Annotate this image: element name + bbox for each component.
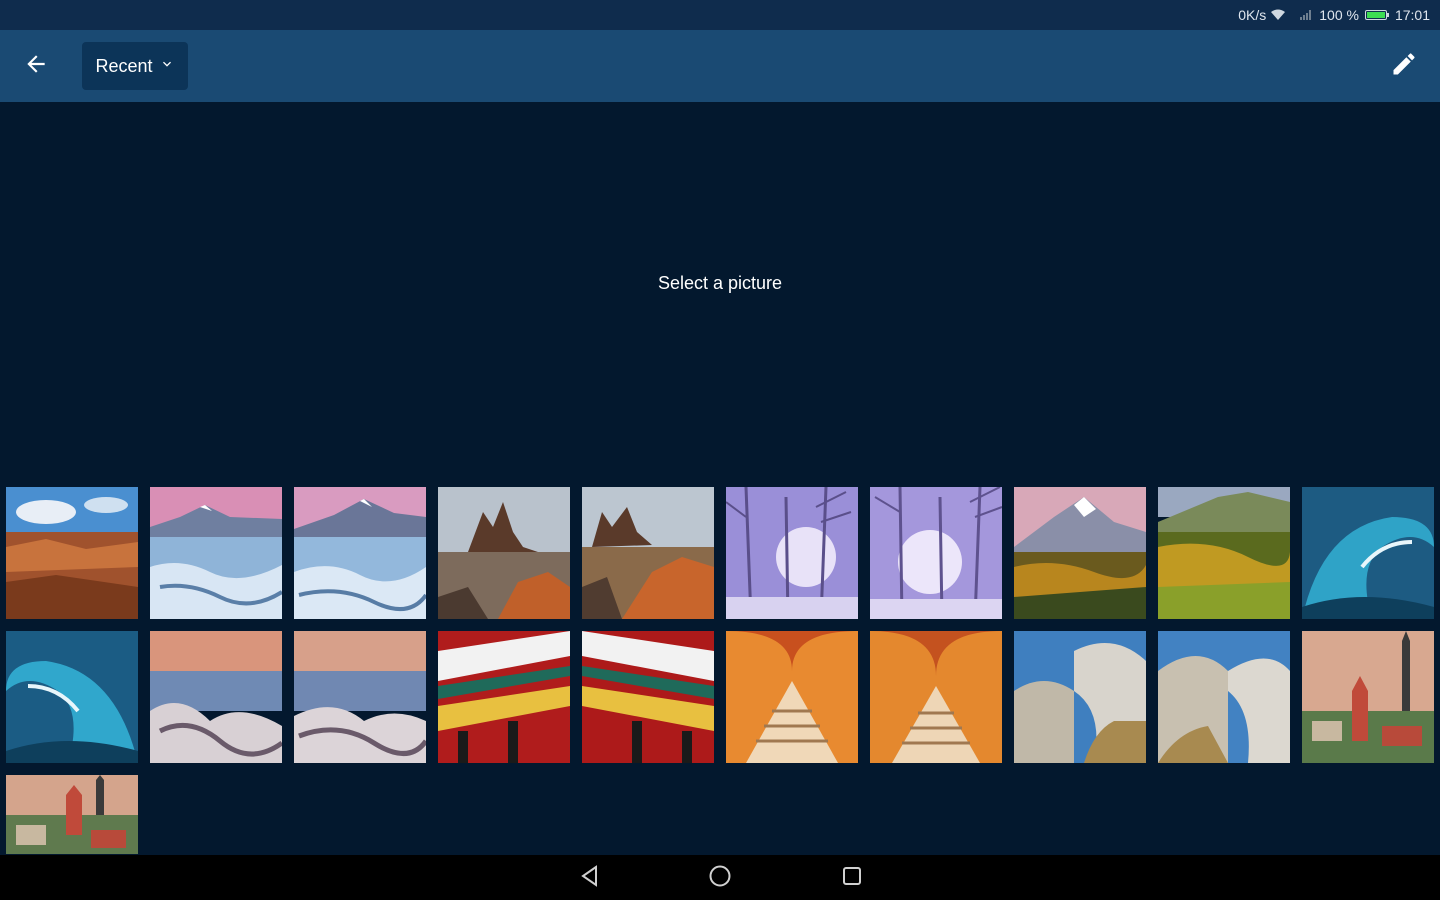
arrow-left-icon [23, 51, 49, 82]
gallery-thumbnail[interactable] [438, 487, 570, 619]
gallery-thumbnail[interactable] [1302, 631, 1434, 763]
frozen-lake-mountain-image [294, 487, 426, 619]
gallery-thumbnail[interactable] [6, 487, 138, 619]
gallery-thumbnail[interactable] [1014, 631, 1146, 763]
gallery-thumbnail[interactable] [6, 775, 138, 854]
gallery-thumbnail[interactable] [582, 631, 714, 763]
signal-icon [1300, 10, 1312, 20]
network-speed: 0K/s [1238, 7, 1267, 23]
autumn-mountain-image [1158, 487, 1290, 619]
toolbar: Recent [0, 30, 1440, 102]
nav-home-button[interactable] [705, 863, 735, 893]
gallery-thumbnail[interactable] [726, 487, 858, 619]
gallery-thumbnail[interactable] [726, 631, 858, 763]
status-bar: 0K/s 100 % 17:01 [0, 0, 1440, 30]
metallic-building-image [1158, 631, 1290, 763]
edit-button[interactable] [1382, 44, 1426, 88]
pencil-icon [1390, 50, 1418, 83]
gallery-thumbnail[interactable] [1158, 487, 1290, 619]
select-picture-message: Select a picture [657, 272, 783, 293]
ocean-wave-image [1302, 487, 1434, 619]
navigation-bar [0, 855, 1440, 900]
gallery-thumbnail[interactable] [150, 487, 282, 619]
gallery-thumbnail[interactable] [6, 631, 138, 763]
gallery-thumbnail[interactable] [438, 631, 570, 763]
battery-icon [1364, 10, 1389, 20]
wifi-icon [1270, 9, 1286, 21]
nav-recents-button[interactable] [837, 863, 867, 893]
chevron-down-icon [159, 56, 175, 77]
home-circle-icon [708, 864, 732, 893]
recents-square-icon [841, 865, 863, 892]
gallery-thumbnail[interactable] [1302, 487, 1434, 619]
gallery-thumbnail[interactable] [870, 631, 1002, 763]
nav-back-button[interactable] [575, 863, 605, 893]
battery-percent: 100 % [1319, 7, 1359, 23]
gallery-thumbnail[interactable] [1014, 487, 1146, 619]
arched-architecture-image [726, 631, 858, 763]
old-town-towers-image [6, 775, 138, 854]
asian-temple-roof-image [582, 631, 714, 763]
album-dropdown-label: Recent [95, 55, 153, 76]
gallery-thumbnail[interactable] [870, 487, 1002, 619]
gallery-thumbnail[interactable] [582, 487, 714, 619]
gallery-thumbnail[interactable] [150, 631, 282, 763]
desert-rock-spire-image [582, 487, 714, 619]
preview-area: Select a picture [0, 102, 1440, 484]
album-dropdown[interactable]: Recent [82, 42, 188, 90]
desert-rock-spire-image [438, 487, 570, 619]
canyon-desert-image [6, 487, 138, 619]
snowy-forest-image [870, 487, 1002, 619]
back-triangle-icon [579, 864, 601, 892]
snowy-forest-image [726, 487, 858, 619]
gallery-thumbnail[interactable] [294, 631, 426, 763]
autumn-mountain-image [1014, 487, 1146, 619]
arched-architecture-image [870, 631, 1002, 763]
frozen-lake-mountain-image [150, 487, 282, 619]
icy-coast-sunset-image [294, 631, 426, 763]
clock: 17:01 [1394, 7, 1430, 23]
ocean-wave-image [6, 631, 138, 763]
icy-coast-sunset-image [150, 631, 282, 763]
image-gallery [6, 487, 1436, 854]
back-button[interactable] [14, 44, 58, 88]
metallic-building-image [1014, 631, 1146, 763]
old-town-towers-image [1302, 631, 1434, 763]
asian-temple-roof-image [438, 631, 570, 763]
gallery-thumbnail[interactable] [1158, 631, 1290, 763]
gallery-thumbnail[interactable] [294, 487, 426, 619]
